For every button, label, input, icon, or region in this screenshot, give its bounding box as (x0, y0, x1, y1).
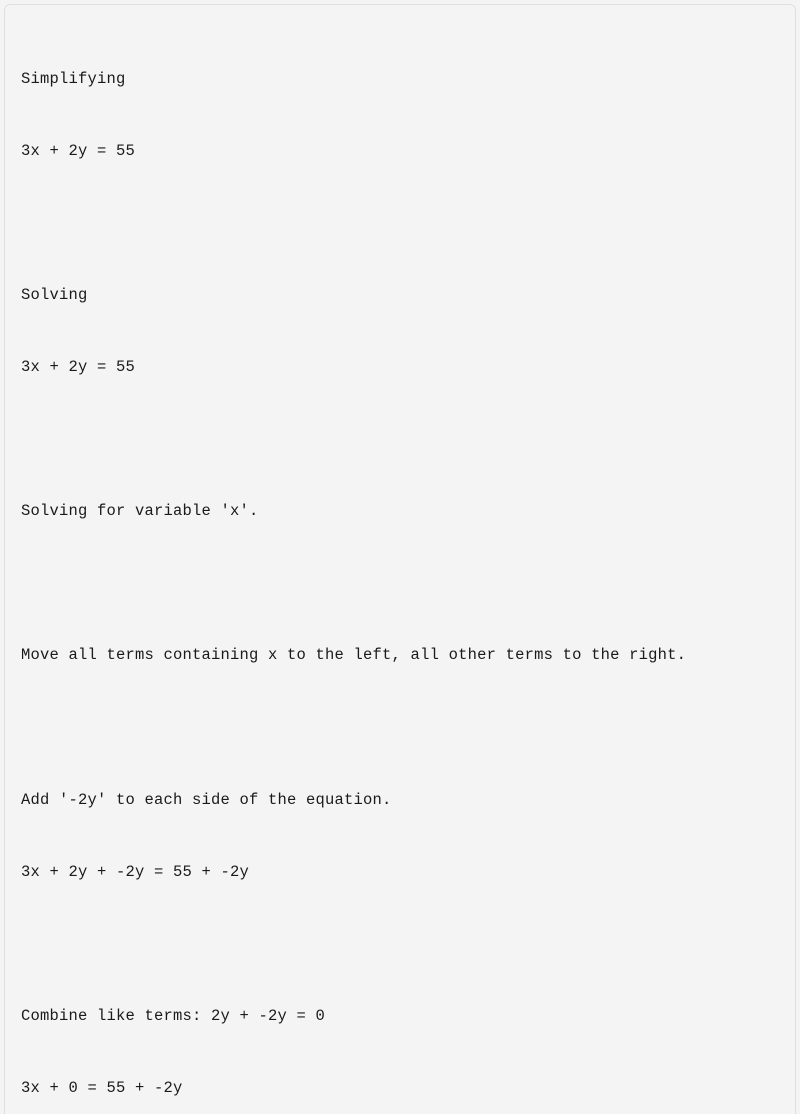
code-line: 3x + 2y = 55 (21, 139, 779, 163)
code-line (21, 932, 779, 956)
code-line: 3x + 2y + -2y = 55 + -2y (21, 860, 779, 884)
code-line: 3x + 0 = 55 + -2y (21, 1076, 779, 1100)
code-line: Move all terms containing x to the left,… (21, 643, 779, 667)
code-line (21, 211, 779, 235)
code-line: 3x + 2y = 55 (21, 355, 779, 379)
code-line: Combine like terms: 2y + -2y = 0 (21, 1004, 779, 1028)
code-line: Add '-2y' to each side of the equation. (21, 788, 779, 812)
code-line: Solving (21, 283, 779, 307)
code-line (21, 427, 779, 451)
code-line (21, 571, 779, 595)
code-block: Simplifying 3x + 2y = 55 Solving 3x + 2y… (4, 4, 796, 1114)
code-line (21, 715, 779, 739)
code-line: Solving for variable 'x'. (21, 499, 779, 523)
code-line: Simplifying (21, 67, 779, 91)
